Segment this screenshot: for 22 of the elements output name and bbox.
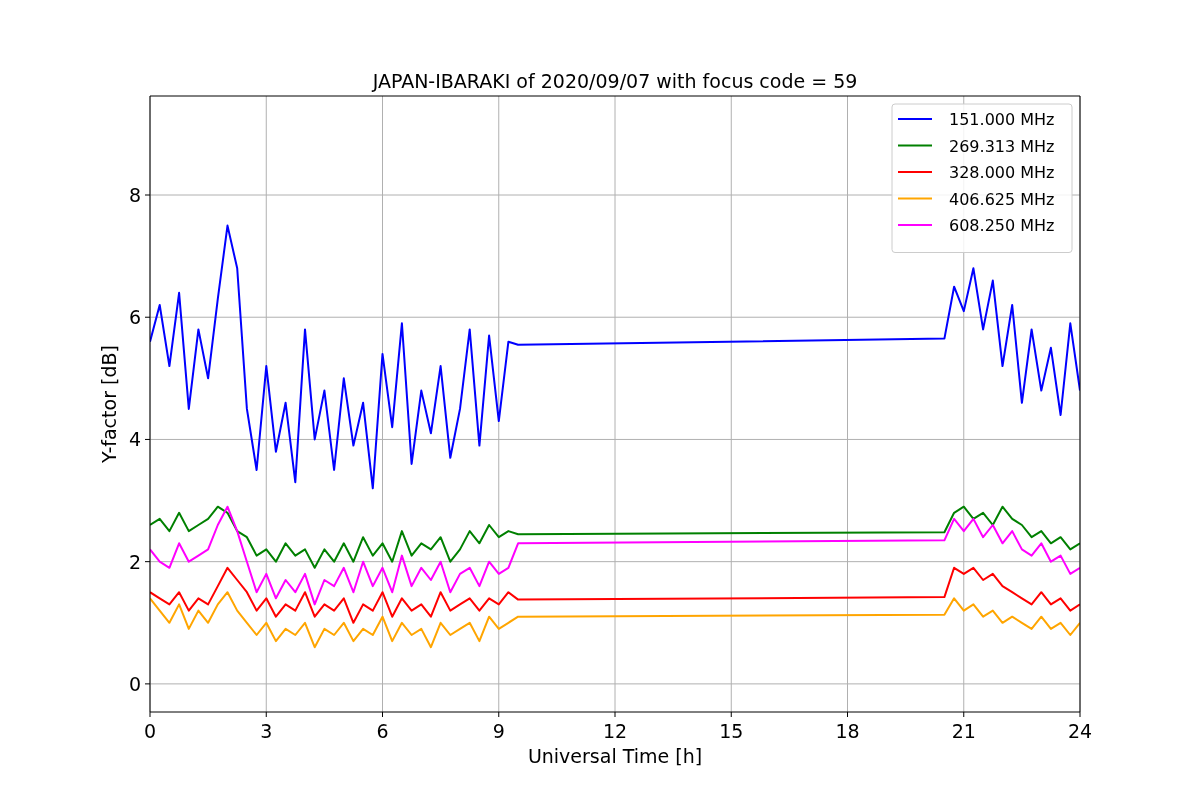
- tick-label: 6: [376, 720, 389, 742]
- tick-label: 2: [128, 550, 141, 573]
- tick-label: 4: [128, 428, 141, 451]
- tick-label: 15: [719, 720, 744, 742]
- legend-label: 608.250 MHz: [949, 216, 1055, 235]
- tick-label: 18: [835, 720, 860, 742]
- tick-label: 3: [260, 720, 273, 742]
- tick-label: 9: [492, 720, 505, 742]
- tick-label: 21: [951, 720, 976, 742]
- tick-label: 0: [128, 672, 141, 695]
- tick-label: 24: [1067, 720, 1093, 742]
- y-axis-label: Y-factor [dB]: [98, 345, 120, 463]
- tick-label: 12: [602, 720, 628, 742]
- tick-label: 0: [143, 720, 157, 742]
- legend-label: 328.000 MHz: [949, 163, 1055, 182]
- legend-label: 269.313 MHz: [949, 136, 1055, 156]
- legend-label: 406.625 MHz: [949, 189, 1055, 209]
- chart-title: JAPAN-IBARAKI of 2020/09/07 with focus code = 59: [372, 70, 858, 92]
- x-axis-label: Universal Time [h]: [527, 745, 703, 767]
- tick-label: 6: [128, 306, 141, 329]
- tick-label: 8: [128, 184, 141, 206]
- legend-label: 151.000 MHz: [949, 110, 1055, 129]
